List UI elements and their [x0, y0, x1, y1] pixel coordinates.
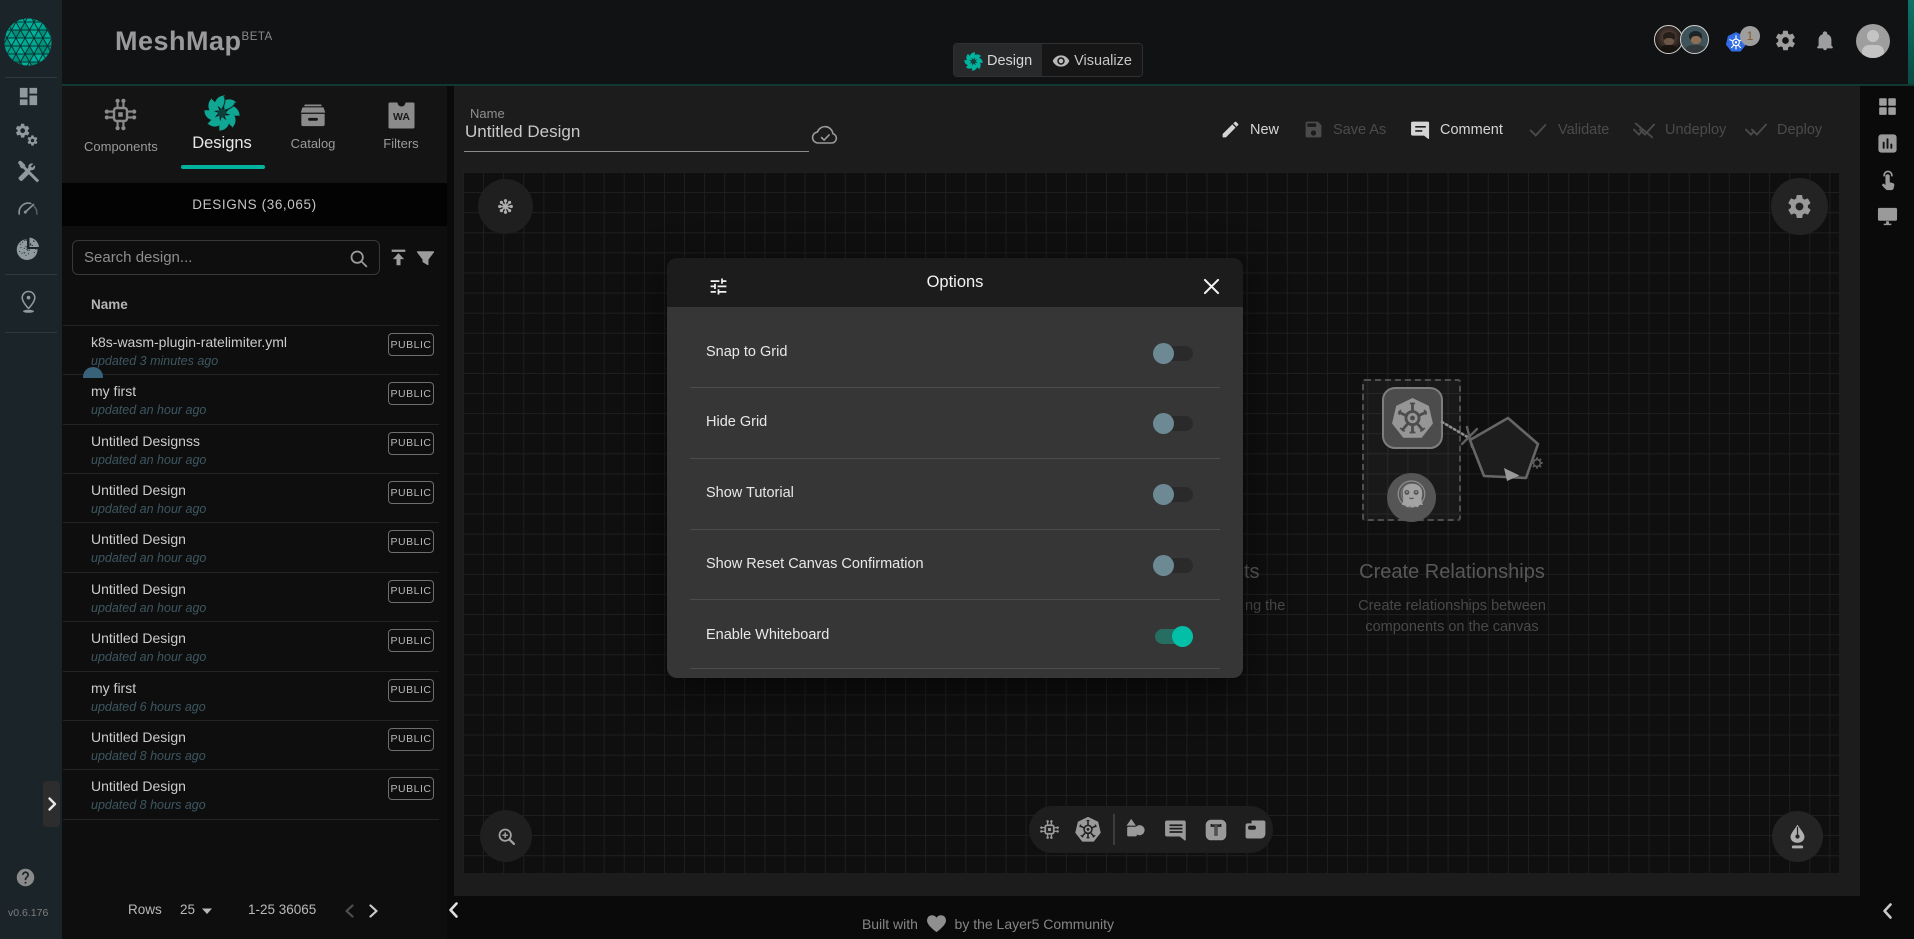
svg-text:WA: WA	[393, 111, 410, 123]
